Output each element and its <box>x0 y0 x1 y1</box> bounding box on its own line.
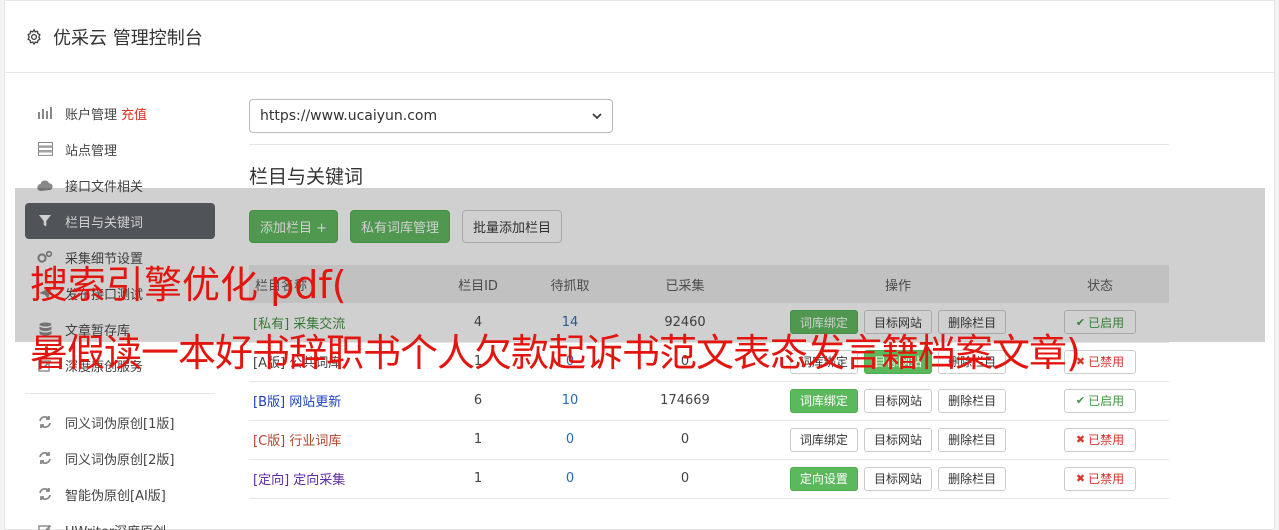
column-id: 1 <box>473 471 483 486</box>
status-badge[interactable]: ✔ 已启用 <box>1064 388 1136 413</box>
sidebar-divider <box>25 393 215 394</box>
sidebar-item-label: 智能伪原创[AI版] <box>65 488 166 504</box>
collected-count: 174669 <box>660 393 710 408</box>
sidebar-item-uwriter[interactable]: UWriter深度原创 <box>25 512 215 530</box>
collected-count: 0 <box>680 471 690 486</box>
column-name-cell[interactable]: [定向] 定向采集 <box>249 459 421 498</box>
refresh-icon <box>37 450 53 466</box>
status-cell: ✖ 已禁用 <box>1031 420 1169 459</box>
status-label: 已禁用 <box>1088 472 1125 486</box>
site-select[interactable]: https://www.ucaiyun.com <box>249 99 613 133</box>
column-id: 6 <box>473 393 483 408</box>
sidebar-item-synonym-v2[interactable]: 同义词伪原创[2版] <box>25 440 215 476</box>
sidebar-item-ai-rewrite[interactable]: 智能伪原创[AI版] <box>25 476 215 512</box>
sidebar-item-sites[interactable]: 站点管理 <box>25 131 215 167</box>
bar-chart-icon <box>37 105 53 121</box>
delete-column-button[interactable]: 删除栏目 <box>938 427 1007 452</box>
divider <box>249 144 1169 145</box>
waiting-count[interactable]: 10 <box>535 381 605 420</box>
bind-lib-button[interactable]: 词库绑定 <box>789 388 858 413</box>
status-cell: ✖ 已禁用 <box>1031 459 1169 498</box>
table-row: [C版] 行业词库 1 0 0 词库绑定 目标网站 删除栏目 ✖ 已禁用 <box>249 420 1169 459</box>
close-icon: ✖ <box>1075 433 1086 446</box>
sidebar-item-label: 站点管理 <box>65 143 118 159</box>
ops-cell: 定向设置 目标网站 删除栏目 <box>765 459 1031 498</box>
sidebar-item-synonym-v1[interactable]: 同义词伪原创[1版] <box>25 404 215 440</box>
column-name-cell[interactable]: [B版] 网站更新 <box>249 381 421 420</box>
app-title: 优采云 管理控制台 <box>53 27 203 49</box>
site-select-value: https://www.ucaiyun.com <box>260 108 438 124</box>
server-icon <box>37 141 53 157</box>
status-label: 已禁用 <box>1088 433 1125 447</box>
sidebar-item-label: 同义词伪原创[1版] <box>65 416 175 432</box>
waiting-count[interactable]: 0 <box>535 420 605 459</box>
status-label: 已启用 <box>1088 394 1125 408</box>
recharge-link[interactable]: 充值 <box>121 104 147 123</box>
waiting-count[interactable]: 0 <box>535 459 605 498</box>
column-tag: [B版] <box>253 395 286 410</box>
delete-column-button[interactable]: 删除栏目 <box>938 466 1007 491</box>
bind-lib-button[interactable]: 词库绑定 <box>789 427 858 452</box>
column-name: 定向采集 <box>293 473 346 488</box>
status-label: 已禁用 <box>1088 355 1125 369</box>
close-icon: ✖ <box>1075 472 1086 485</box>
target-site-button[interactable]: 目标网站 <box>863 466 932 491</box>
gear-icon <box>27 28 41 45</box>
chevron-down-icon <box>592 113 602 120</box>
status-badge[interactable]: ✖ 已禁用 <box>1064 466 1136 491</box>
header: 优采云 管理控制台 <box>5 1 1274 73</box>
target-site-button[interactable]: 目标网站 <box>863 427 932 452</box>
sidebar-item-account[interactable]: 账户管理 充值 <box>25 95 215 131</box>
pencil-icon <box>37 522 53 530</box>
sidebar-item-label: 账户管理 <box>65 107 118 123</box>
refresh-icon <box>37 414 53 430</box>
sidebar-item-label: 同义词伪原创[2版] <box>65 452 175 468</box>
check-icon: ✔ <box>1075 394 1086 407</box>
watermark-title-line1: 搜索引擎优化 pdf( <box>30 263 347 307</box>
status-cell: ✔ 已启用 <box>1031 381 1169 420</box>
table-row: [定向] 定向采集 1 0 0 定向设置 目标网站 删除栏目 ✖ 已禁用 <box>249 459 1169 498</box>
column-name-cell[interactable]: [C版] 行业词库 <box>249 420 421 459</box>
column-name: 网站更新 <box>289 395 342 410</box>
refresh-icon <box>37 486 53 502</box>
section-title: 栏目与关键词 <box>249 166 364 188</box>
sidebar-item-label: UWriter深度原创 <box>65 521 166 530</box>
column-tag: [定向] <box>253 473 290 488</box>
column-name: 行业词库 <box>289 434 342 449</box>
table-row: [B版] 网站更新 6 10 174669 词库绑定 目标网站 删除栏目 ✔ 已启… <box>249 381 1169 420</box>
column-id: 1 <box>473 432 483 447</box>
collected-count: 0 <box>680 432 690 447</box>
column-tag: [C版] <box>253 434 286 449</box>
target-site-button[interactable]: 目标网站 <box>863 388 932 413</box>
watermark-title-line2: 暑假读一本好书辞职书个人欠款起诉书范文表态发言籍档案文章) <box>30 331 1081 375</box>
ops-cell: 词库绑定 目标网站 删除栏目 <box>765 381 1031 420</box>
delete-column-button[interactable]: 删除栏目 <box>938 388 1007 413</box>
direct-settings-button[interactable]: 定向设置 <box>789 466 858 491</box>
status-badge[interactable]: ✖ 已禁用 <box>1064 427 1136 452</box>
ops-cell: 词库绑定 目标网站 删除栏目 <box>765 420 1031 459</box>
